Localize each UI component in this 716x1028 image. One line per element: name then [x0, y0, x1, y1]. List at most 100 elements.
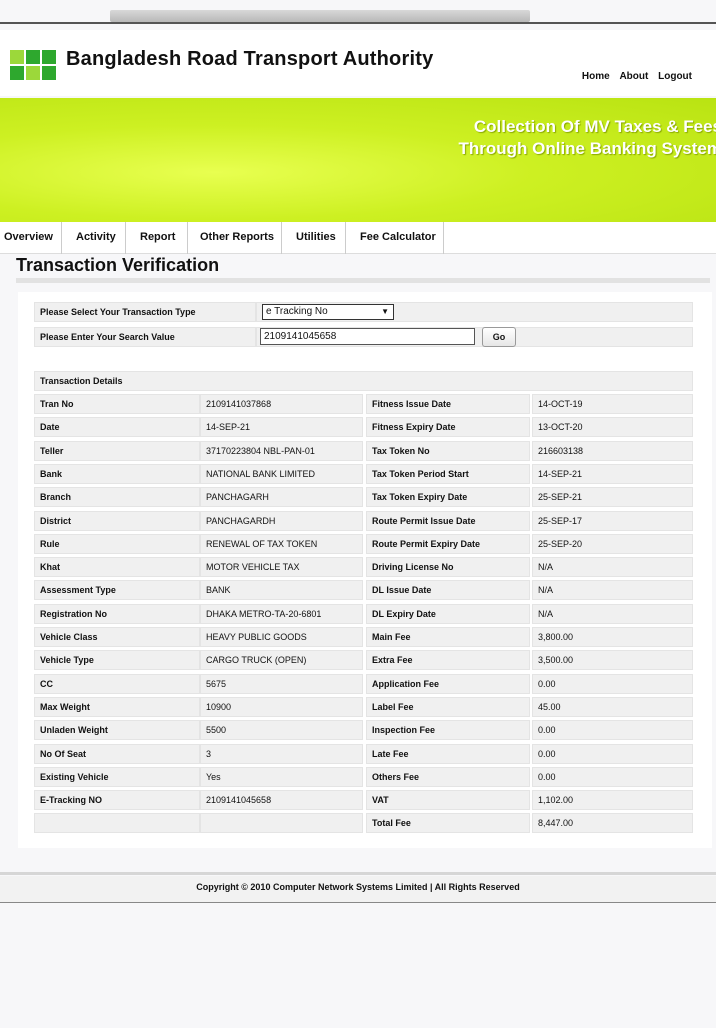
- detail-value: N/A: [532, 557, 693, 577]
- detail-label: Vehicle Type: [34, 650, 200, 670]
- detail-value: 8,447.00: [532, 813, 693, 833]
- transaction-type-value: e Tracking No: [266, 306, 328, 317]
- detail-label: Tax Token Period Start: [366, 464, 530, 484]
- detail-label: Khat: [34, 557, 200, 577]
- transaction-type-select[interactable]: e Tracking No ▼: [262, 304, 394, 320]
- detail-value: PANCHAGARH: [200, 487, 363, 507]
- top-divider: [0, 22, 716, 24]
- detail-label: Total Fee: [366, 813, 530, 833]
- browser-top-strip: [110, 10, 530, 22]
- detail-label: Main Fee: [366, 627, 530, 647]
- detail-value: 14-SEP-21: [532, 464, 693, 484]
- detail-label: Route Permit Issue Date: [366, 511, 530, 531]
- menu-report[interactable]: Report: [126, 222, 188, 254]
- detail-label: Driving License No: [366, 557, 530, 577]
- search-value-input[interactable]: 2109141045658: [260, 328, 475, 345]
- menu-fee-calculator[interactable]: Fee Calculator: [346, 222, 444, 254]
- detail-value: 0.00: [532, 744, 693, 764]
- detail-value: 5500: [200, 720, 363, 740]
- detail-label: Fitness Issue Date: [366, 394, 530, 414]
- menu-utilities[interactable]: Utilities: [282, 222, 346, 254]
- detail-value: 0.00: [532, 767, 693, 787]
- detail-label: DL Expiry Date: [366, 604, 530, 624]
- nav-about-link[interactable]: About: [619, 71, 648, 82]
- detail-value: Yes: [200, 767, 363, 787]
- main-menu: Overview Activity Report Other Reports U…: [0, 222, 716, 254]
- detail-value: 216603138: [532, 441, 693, 461]
- detail-value: N/A: [532, 604, 693, 624]
- detail-label: Tran No: [34, 394, 200, 414]
- detail-label: DL Issue Date: [366, 580, 530, 600]
- detail-value: 0.00: [532, 720, 693, 740]
- detail-label: Date: [34, 417, 200, 437]
- transaction-type-label: Please Select Your Transaction Type: [34, 302, 256, 322]
- detail-label: Rule: [34, 534, 200, 554]
- detail-label: [34, 813, 200, 833]
- detail-label: Inspection Fee: [366, 720, 530, 740]
- banner: Collection Of MV Taxes & Fees Through On…: [0, 98, 716, 222]
- detail-label: Assessment Type: [34, 580, 200, 600]
- detail-label: Teller: [34, 441, 200, 461]
- detail-value: PANCHAGARDH: [200, 511, 363, 531]
- detail-value: 5675: [200, 674, 363, 694]
- nav-home-link[interactable]: Home: [582, 71, 610, 82]
- menu-other-reports[interactable]: Other Reports: [188, 222, 282, 254]
- detail-label: Bank: [34, 464, 200, 484]
- detail-value: 14-SEP-21: [200, 417, 363, 437]
- detail-label: Max Weight: [34, 697, 200, 717]
- detail-label: CC: [34, 674, 200, 694]
- footer-top-divider: [0, 872, 716, 875]
- title-underline: [16, 278, 710, 283]
- detail-label: Existing Vehicle: [34, 767, 200, 787]
- go-button[interactable]: Go: [482, 327, 516, 347]
- detail-value: BANK: [200, 580, 363, 600]
- detail-value: 37170223804 NBL-PAN-01: [200, 441, 363, 461]
- detail-value: 13-OCT-20: [532, 417, 693, 437]
- detail-value: 25-SEP-21: [532, 487, 693, 507]
- banner-line-1: Collection Of MV Taxes & Fees: [473, 117, 716, 136]
- detail-label: Branch: [34, 487, 200, 507]
- detail-label: E-Tracking NO: [34, 790, 200, 810]
- detail-label: Unladen Weight: [34, 720, 200, 740]
- brta-logo-icon: [10, 50, 56, 82]
- detail-label: Fitness Expiry Date: [366, 417, 530, 437]
- detail-value: RENEWAL OF TAX TOKEN: [200, 534, 363, 554]
- banner-line-2: Through Online Banking System: [458, 139, 716, 158]
- detail-label: Others Fee: [366, 767, 530, 787]
- detail-label: Application Fee: [366, 674, 530, 694]
- transaction-details-heading: Transaction Details: [34, 371, 693, 391]
- detail-label: Route Permit Expiry Date: [366, 534, 530, 554]
- footer-bottom-divider: [0, 902, 716, 903]
- detail-value: 3,800.00: [532, 627, 693, 647]
- footer-copyright: Copyright © 2010 Computer Network System…: [0, 876, 716, 902]
- detail-value: 25-SEP-20: [532, 534, 693, 554]
- banner-text: Collection Of MV Taxes & Fees Through On…: [458, 116, 716, 160]
- nav-logout-link[interactable]: Logout: [658, 71, 692, 82]
- detail-value: CARGO TRUCK (OPEN): [200, 650, 363, 670]
- top-nav: Home About Logout: [575, 71, 692, 82]
- detail-label: VAT: [366, 790, 530, 810]
- detail-value: 3,500.00: [532, 650, 693, 670]
- detail-label: Label Fee: [366, 697, 530, 717]
- detail-label: No Of Seat: [34, 744, 200, 764]
- detail-label: Vehicle Class: [34, 627, 200, 647]
- menu-overview[interactable]: Overview: [0, 222, 62, 254]
- detail-label: Extra Fee: [366, 650, 530, 670]
- detail-value: [200, 813, 363, 833]
- detail-label: Late Fee: [366, 744, 530, 764]
- detail-value: 1,102.00: [532, 790, 693, 810]
- detail-label: Tax Token Expiry Date: [366, 487, 530, 507]
- detail-value: 3: [200, 744, 363, 764]
- detail-value: DHAKA METRO-TA-20-6801: [200, 604, 363, 624]
- detail-value: 25-SEP-17: [532, 511, 693, 531]
- detail-label: Registration No: [34, 604, 200, 624]
- detail-value: 10900: [200, 697, 363, 717]
- detail-label: District: [34, 511, 200, 531]
- detail-label: Tax Token No: [366, 441, 530, 461]
- detail-value: 2109141037868: [200, 394, 363, 414]
- chevron-down-icon: ▼: [381, 307, 389, 316]
- detail-value: MOTOR VEHICLE TAX: [200, 557, 363, 577]
- detail-value: 14-OCT-19: [532, 394, 693, 414]
- menu-activity[interactable]: Activity: [62, 222, 126, 254]
- detail-value: N/A: [532, 580, 693, 600]
